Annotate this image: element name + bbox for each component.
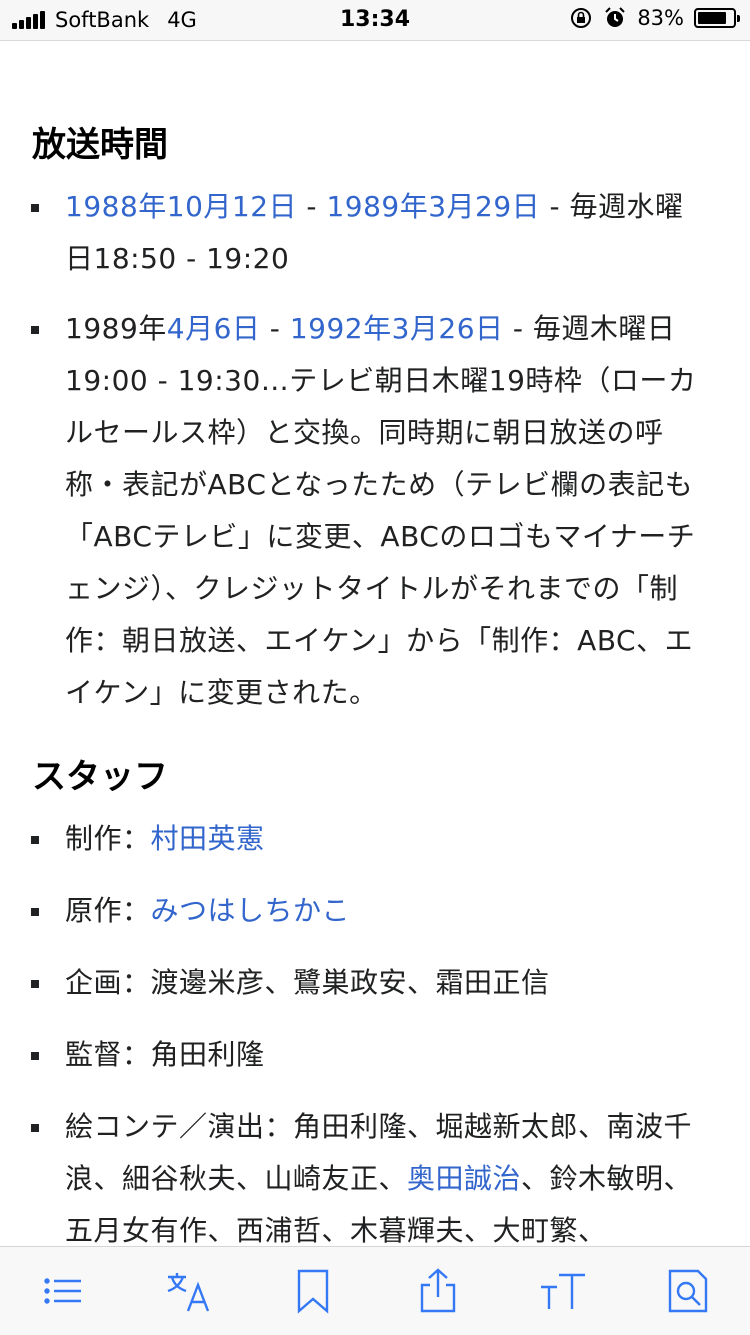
text-size-button[interactable] [528,1256,598,1326]
status-right: 83% [569,6,740,30]
date-link[interactable]: 1992年3月26日 [290,312,504,345]
battery-icon [694,8,740,28]
staff-link[interactable]: 奥田誠治 [407,1162,521,1195]
date-link[interactable]: 1988年10月12日 [65,190,297,223]
text-size-icon [540,1273,585,1309]
contents-button[interactable] [28,1256,98,1326]
list-item: 絵コンテ／演出：角田利隆、堀越新太郎、南波千浪、細谷秋夫、山崎友正、奥田誠治、鈴… [0,1101,750,1246]
list-item: 企画：渡邊米彦、鷺巣政安、霜田正信 [0,957,750,1009]
list-icon [43,1278,81,1304]
share-icon [420,1268,455,1313]
language-button[interactable] [153,1256,223,1326]
find-in-page-button[interactable] [653,1256,723,1326]
section-heading-broadcast: 放送時間 [32,125,168,165]
status-bar: SoftBank 4G 13:34 83% [0,0,750,41]
bookmark-button[interactable] [278,1256,348,1326]
broadcast-list: 1988年10月12日 - 1989年3月29日 - 毎週水曜日18:50 - … [0,181,750,719]
list-item: 原作：みつはしちかこ [0,885,750,937]
bottom-toolbar [0,1246,750,1335]
alarm-icon [605,7,626,27]
list-item: 1989年4月6日 - 1992年3月26日 - 毎週木曜日19:00 - 19… [0,303,750,719]
staff-list: 制作：村田英憲 原作：みつはしちかこ 企画：渡邊米彦、鷺巣政安、霜田正信 監督：… [0,813,750,1246]
list-item: 1988年10月12日 - 1989年3月29日 - 毎週水曜日18:50 - … [0,181,750,285]
share-button[interactable] [403,1256,473,1326]
date-link[interactable]: 4月6日 [167,312,261,345]
translate-icon [167,1273,209,1312]
battery-percent: 83% [637,6,684,30]
list-item: 制作：村田英憲 [0,813,750,865]
date-link[interactable]: 1989年3月29日 [326,190,540,223]
staff-link[interactable]: みつはしちかこ [151,894,351,927]
section-heading-staff: スタッフ [32,757,168,797]
bookmark-icon [297,1269,328,1314]
list-item: 監督：角田利隆 [0,1029,750,1081]
staff-link[interactable]: 村田英憲 [151,822,265,855]
search-icon [668,1269,707,1313]
article-content: 放送時間 1988年10月12日 - 1989年3月29日 - 毎週水曜日18:… [0,41,750,1246]
rotation-lock-icon [571,8,592,28]
